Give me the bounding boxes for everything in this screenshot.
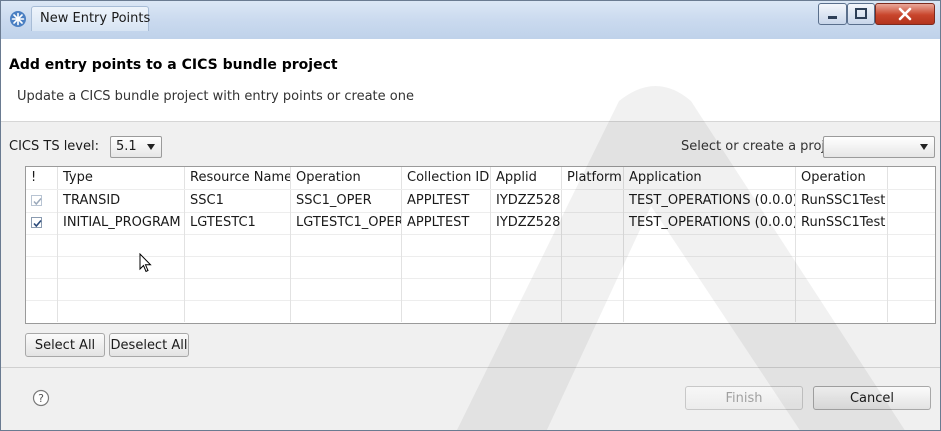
cics-level-select[interactable]: 5.1 [110,136,162,158]
entry-points-table[interactable]: ! Type Resource Name Operation Collectio… [25,166,936,324]
column-header[interactable]: Applid [491,167,562,189]
column-header[interactable]: Operation [796,167,888,189]
column-header[interactable]: Resource Name [185,167,291,189]
table-cell: INITIAL_PROGRAM [58,212,185,234]
checkmark-icon [33,219,42,228]
table-cell: RunSSC1Test [796,212,888,234]
table-cell-filler [888,212,935,234]
empty-row [26,256,935,279]
chevron-down-icon [920,144,928,150]
close-icon [898,7,912,21]
row-checkbox[interactable] [31,195,42,206]
minimize-button[interactable] [818,3,847,25]
title-bar: New Entry Points [1,1,940,39]
dialog-window: New Entry Points Add entry points to a C… [0,0,941,431]
help-icon[interactable]: ? [32,389,50,407]
page-title: Add entry points to a CICS bundle projec… [9,57,338,73]
table-cell: TEST_OPERATIONS (0.0.0) [624,212,796,234]
deselect-all-button[interactable]: Deselect All [109,333,189,357]
svg-text:?: ? [38,392,44,405]
checkbox-cell[interactable] [26,212,58,234]
project-select[interactable] [823,136,935,158]
table-cell-filler [888,190,935,212]
table-cell: SSC1_OPER [291,190,402,212]
column-header[interactable]: Operation [291,167,402,189]
cics-level-value: 5.1 [116,139,137,154]
table-cell: IYDZZ528 [491,190,562,212]
table-cell: TEST_OPERATIONS (0.0.0) [624,190,796,212]
checkbox-cell[interactable] [26,190,58,212]
mouse-cursor-icon [139,252,153,273]
window-title: New Entry Points [40,11,151,26]
empty-row [26,234,935,257]
empty-row [26,278,935,301]
wizard-header: Add entry points to a CICS bundle projec… [1,39,940,122]
table-cell: SSC1 [185,190,291,212]
column-header[interactable]: Platform [562,167,624,189]
chevron-down-icon [147,144,155,150]
empty-row [26,300,935,322]
page-description: Update a CICS bundle project with entry … [17,89,414,104]
maximize-button[interactable] [847,3,875,25]
table-cell [562,190,624,212]
close-button[interactable] [875,3,935,25]
title-tab: New Entry Points [31,6,151,31]
table-cell: APPLTEST [402,212,491,234]
select-all-button[interactable]: Select All [25,333,105,357]
footer-divider [1,367,940,368]
column-header[interactable]: Collection ID [402,167,491,189]
table-cell: APPLTEST [402,190,491,212]
table-row[interactable]: INITIAL_PROGRAM LGTESTC1 LGTESTC1_OPER A… [26,212,935,235]
row-checkbox[interactable] [31,217,42,228]
entry-point-icon [9,10,27,28]
table-cell: RunSSC1Test [796,190,888,212]
column-header-filler [888,167,935,189]
table-row[interactable]: TRANSID SSC1 SSC1_OPER APPLTEST IYDZZ528… [26,190,935,213]
table-header-row: ! Type Resource Name Operation Collectio… [26,167,935,190]
table-cell: LGTESTC1 [185,212,291,234]
cancel-button[interactable]: Cancel [813,386,931,410]
finish-button[interactable]: Finish [685,386,803,410]
column-header[interactable]: ! [26,167,58,189]
column-header[interactable]: Type [58,167,185,189]
column-header[interactable]: Application [624,167,796,189]
table-cell: LGTESTC1_OPER [291,212,402,234]
table-cell: TRANSID [58,190,185,212]
table-cell [562,212,624,234]
cics-level-label: CICS TS level: [9,139,99,154]
table-cell: IYDZZ528 [491,212,562,234]
checkmark-icon [33,198,42,206]
